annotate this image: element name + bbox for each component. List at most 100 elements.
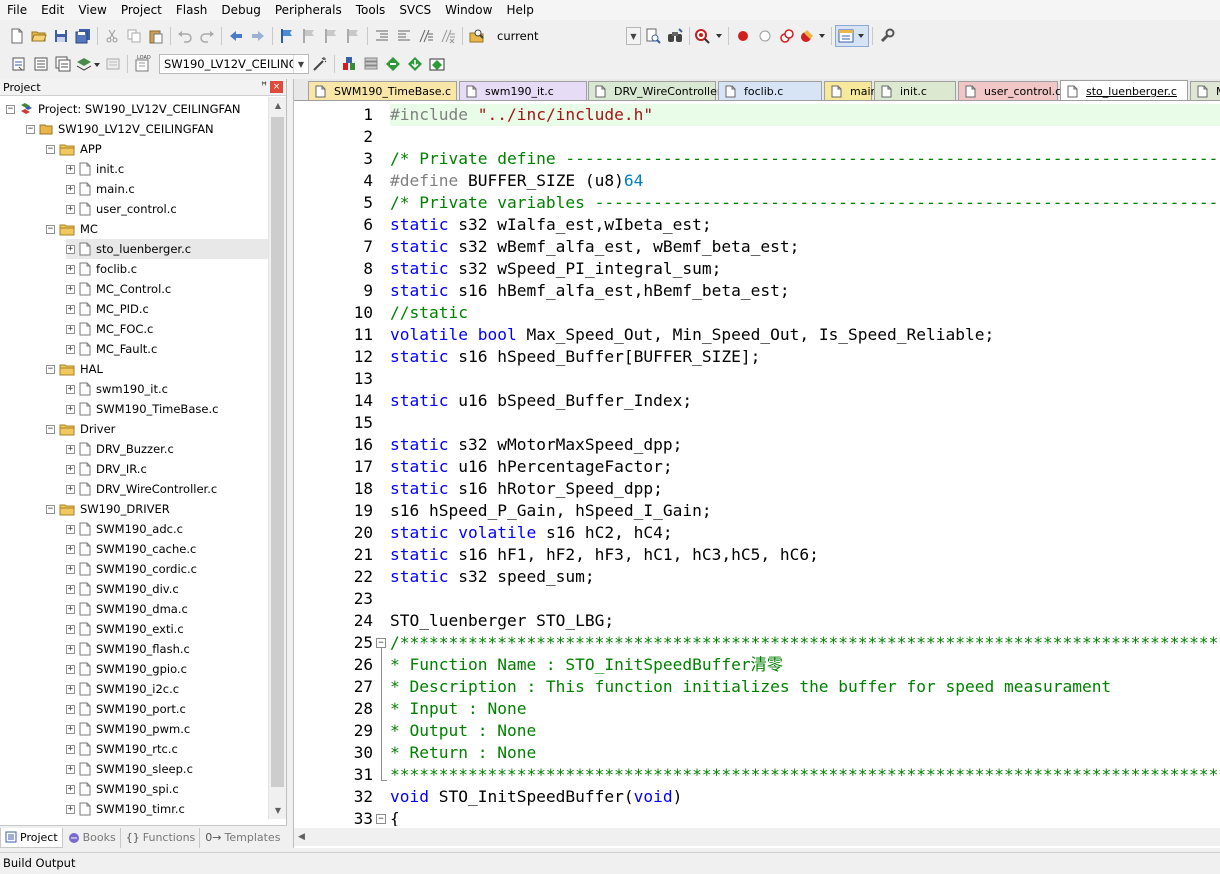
expand-icon[interactable]: + <box>66 624 75 634</box>
code-line[interactable]: void STO_InitSpeedBuffer(void) <box>390 786 682 808</box>
tree-target-item[interactable]: − SW190_LV12V_CEILINGFAN <box>26 119 214 139</box>
expand-icon[interactable]: + <box>66 464 75 474</box>
code-line[interactable]: static s16 hBemf_alfa_est,hBemf_beta_est… <box>390 280 790 302</box>
chevron-down-icon[interactable]: ▼ <box>293 55 308 73</box>
configure-button[interactable] <box>876 25 898 47</box>
cut-button[interactable] <box>101 25 123 47</box>
tree-file-item[interactable]: + MC_Fault.c <box>66 339 157 359</box>
tree-file-item[interactable]: + SWM190_port.c <box>66 699 186 719</box>
tab-books[interactable]: Books <box>64 827 121 848</box>
collapse-icon[interactable]: − <box>46 424 55 434</box>
code-line[interactable]: //static <box>390 302 468 324</box>
editor-tab[interactable]: M <box>1190 81 1220 100</box>
expand-icon[interactable]: + <box>66 724 75 734</box>
code-line[interactable]: * Return : None <box>390 742 536 764</box>
editor-tab[interactable]: main.c <box>824 81 887 100</box>
tree-file-item[interactable]: + DRV_IR.c <box>66 459 147 479</box>
expand-icon[interactable]: + <box>66 524 75 534</box>
find-button[interactable] <box>642 25 664 47</box>
project-target-combobox[interactable]: SW190_LV12V_CEILINGFA ▼ <box>159 54 309 74</box>
menu-file[interactable]: File <box>0 0 34 20</box>
code-line[interactable]: * Function Name : STO_InitSpeedBuffer清零 <box>390 654 783 676</box>
new-file-button[interactable] <box>6 25 28 47</box>
code-line[interactable]: static s32 wSpeed_PI_integral_sum; <box>390 258 721 280</box>
expand-icon[interactable]: + <box>66 664 75 674</box>
menu-debug[interactable]: Debug <box>214 0 267 20</box>
incremental-find-button[interactable] <box>664 25 686 47</box>
navigate-forward-button[interactable] <box>247 25 269 47</box>
navigate-back-button[interactable] <box>225 25 247 47</box>
tree-file-item[interactable]: + SWM190_i2c.c <box>66 679 179 699</box>
editor-horizontal-scrollbar[interactable]: ◀ <box>294 828 1220 846</box>
expand-icon[interactable]: + <box>66 344 75 354</box>
code-line[interactable]: static s32 wMotorMaxSpeed_dpp; <box>390 434 682 456</box>
tree-file-item[interactable]: + SWM190_pwm.c <box>66 719 190 739</box>
copy-button[interactable] <box>123 25 145 47</box>
expand-icon[interactable]: + <box>66 544 75 554</box>
expand-icon[interactable]: + <box>66 804 75 814</box>
tree-folder-item[interactable]: − HAL <box>46 359 103 379</box>
collapse-icon[interactable]: − <box>46 504 55 514</box>
code-line[interactable]: volatile bool Max_Speed_Out, Min_Speed_O… <box>390 324 994 346</box>
tree-folder-item[interactable]: − MC <box>46 219 98 239</box>
build-button[interactable] <box>30 53 52 75</box>
code-line[interactable]: static s16 hRotor_Speed_dpp; <box>390 478 663 500</box>
tree-file-item[interactable]: + SWM190_timr.c <box>66 799 185 819</box>
code-line[interactable]: #include "../inc/include.h" <box>390 104 1220 126</box>
expand-icon[interactable]: + <box>66 484 75 494</box>
editor-tab[interactable]: DRV_WireController.c <box>588 81 730 100</box>
expand-icon[interactable]: + <box>66 444 75 454</box>
tab-functions[interactable]: {} Functions <box>122 827 201 848</box>
tree-file-item[interactable]: + swm190_it.c <box>66 379 168 399</box>
target-combobox[interactable]: current ▼ <box>492 26 642 46</box>
code-line[interactable]: #define BUFFER_SIZE (u8)64 <box>390 170 643 192</box>
tree-project-item[interactable]: − Project: SW190_LV12V_CEILINGFAN <box>6 99 241 119</box>
rebuild-button[interactable] <box>52 53 74 75</box>
collapse-icon[interactable]: − <box>26 124 35 134</box>
target-options-button[interactable] <box>309 53 331 75</box>
tree-file-item[interactable]: + SWM190_TimeBase.c <box>66 399 218 419</box>
save-all-button[interactable] <box>72 25 94 47</box>
tree-file-item[interactable]: + SWM190_spi.c <box>66 779 179 799</box>
close-panel-button[interactable]: × <box>270 81 283 93</box>
scrollbar-thumb[interactable] <box>271 117 284 787</box>
disable-all-breakpoints-button[interactable] <box>776 25 798 47</box>
insert-bookmark-button[interactable] <box>276 25 298 47</box>
manage-project-items-button[interactable] <box>338 53 360 75</box>
debug-session-button[interactable] <box>693 25 725 47</box>
expand-icon[interactable]: + <box>66 304 75 314</box>
code-line[interactable]: static u16 hPercentageFactor; <box>390 456 673 478</box>
expand-icon[interactable]: + <box>66 244 75 254</box>
collapse-icon[interactable]: − <box>46 144 55 154</box>
tree-file-item[interactable]: + init.c <box>66 159 124 179</box>
expand-icon[interactable]: + <box>66 604 75 614</box>
expand-icon[interactable]: + <box>66 584 75 594</box>
expand-icon[interactable]: + <box>66 164 75 174</box>
code-line[interactable]: /***************************************… <box>390 632 1220 654</box>
next-bookmark-button[interactable] <box>320 25 342 47</box>
tree-file-item[interactable]: + SWM190_rtc.c <box>66 739 178 759</box>
redo-button[interactable] <box>196 25 218 47</box>
tab-templates[interactable]: 0→ Templates <box>201 828 284 848</box>
scroll-up-arrow-icon[interactable]: ▲ <box>269 97 287 114</box>
save-button[interactable] <box>50 25 72 47</box>
manage-run-time-environment-button[interactable] <box>426 53 448 75</box>
expand-icon[interactable]: + <box>66 284 75 294</box>
code-line[interactable]: ****************************************… <box>390 764 1220 786</box>
menu-project[interactable]: Project <box>114 0 169 20</box>
window-layout-button[interactable] <box>835 25 869 47</box>
tree-file-item[interactable]: + SWM190_exti.c <box>66 619 184 639</box>
tree-file-item[interactable]: + foclib.c <box>66 259 137 279</box>
pin-icon[interactable]: ꟸ <box>261 81 267 92</box>
tree-file-item[interactable]: + user_control.c <box>66 199 177 219</box>
collapse-icon[interactable]: − <box>46 364 55 374</box>
tree-file-item[interactable]: + sto_luenberger.c <box>66 239 268 259</box>
code-line[interactable]: static u16 bSpeed_Buffer_Index; <box>390 390 692 412</box>
tree-folder-item[interactable]: − SW190_DRIVER <box>46 499 170 519</box>
menu-window[interactable]: Window <box>438 0 499 20</box>
unindent-button[interactable] <box>393 25 415 47</box>
file-extensions-button[interactable] <box>360 53 382 75</box>
tree-file-item[interactable]: + DRV_WireController.c <box>66 479 217 499</box>
code-line[interactable]: static s32 speed_sum; <box>390 566 595 588</box>
collapse-icon[interactable]: − <box>6 104 15 114</box>
